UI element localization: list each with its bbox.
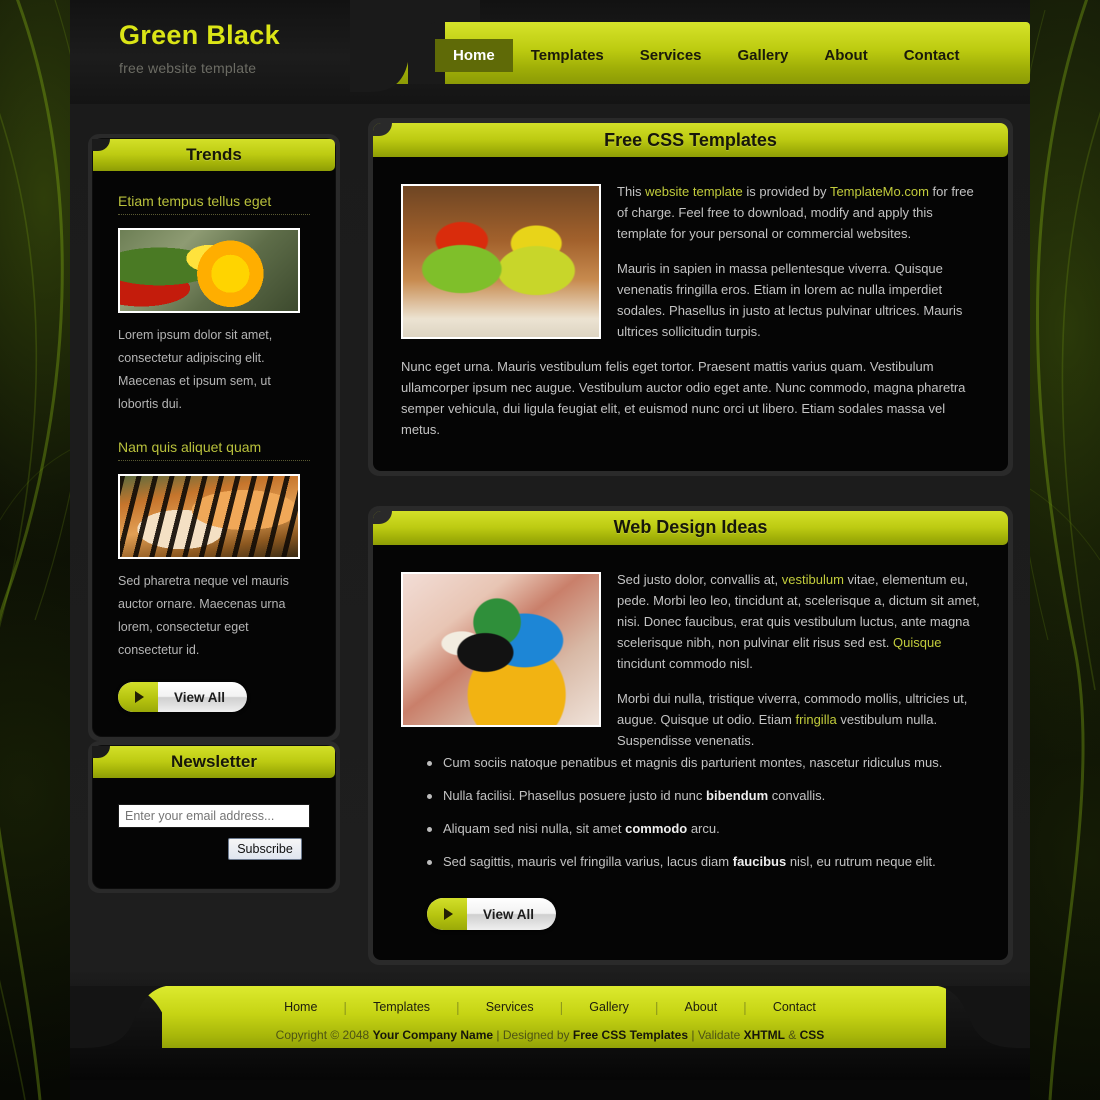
inline-bold: Your Company Name — [372, 1028, 494, 1042]
trend-item: Etiam tempus tellus eget Lorem ipsum dol… — [118, 193, 310, 417]
paragraph: Nunc eget urna. Mauris vestibulum felis … — [401, 359, 966, 438]
ideas-section: Web Design Ideas Sed justo dolor, conval… — [368, 505, 1013, 966]
logo-title: Green Black — [119, 20, 280, 50]
inline-link[interactable]: vestibulum — [782, 572, 844, 587]
ideas-section-header: Web Design Ideas — [373, 510, 1008, 545]
footer-link-contact[interactable]: Contact — [747, 1000, 842, 1014]
newsletter-title: Newsletter — [171, 752, 257, 771]
page-root: Green Black free website template Home T… — [0, 0, 1100, 1100]
ideas-section-body: Sed justo dolor, convallis at, vestibulu… — [373, 545, 1008, 961]
nav-item-contact[interactable]: Contact — [886, 39, 978, 72]
inline-bold: CSS — [799, 1028, 825, 1042]
trends-body: Etiam tempus tellus eget Lorem ipsum dol… — [93, 171, 335, 736]
trend-image-flower — [118, 228, 300, 313]
inline-bold: commodo — [625, 820, 688, 836]
site-logo[interactable]: Green Black free website template — [119, 20, 280, 77]
sidebar-view-all-button[interactable]: View All — [118, 682, 248, 712]
nav-item-about[interactable]: About — [806, 39, 885, 72]
main-navigation[interactable]: Home Templates Services Gallery About Co… — [435, 36, 978, 74]
templates-section-header: Free CSS Templates — [373, 123, 1008, 157]
inline-bold: faucibus — [732, 853, 787, 869]
left-sidebar: Trends Etiam tempus tellus eget Lorem ip… — [88, 134, 340, 893]
nav-item-gallery[interactable]: Gallery — [720, 39, 807, 72]
list-item: Cum sociis natoque penatibus et magnis d… — [401, 755, 980, 788]
trends-title: Trends — [186, 145, 242, 164]
main-content: Free CSS Templates This website template… — [368, 118, 1013, 995]
parrot-image — [401, 571, 601, 727]
newsletter-panel: Newsletter Subscribe — [88, 741, 340, 893]
trend-text: Sed pharetra neque vel mauris auctor orn… — [118, 573, 289, 657]
footer-link-templates[interactable]: Templates — [347, 1000, 456, 1014]
trend-image-tiger — [118, 473, 300, 559]
logo-subtitle: free website template — [119, 60, 257, 76]
site-header: Green Black free website template Home T… — [70, 0, 1030, 104]
inline-link[interactable]: website template — [645, 184, 743, 199]
play-arrow-icon — [118, 682, 158, 712]
trends-panel-header: Trends — [92, 139, 335, 171]
list-item: Nulla facilisi. Phasellus posuere justo … — [401, 788, 980, 821]
view-all-label: View All — [174, 689, 226, 705]
list-item: Sed sagittis, mauris vel fringilla variu… — [401, 854, 980, 887]
bottom-strip — [70, 1080, 1030, 1100]
nav-item-home[interactable]: Home — [435, 38, 513, 72]
ideas-bullet-list: Cum sociis natoque penatibus et magnis d… — [401, 755, 980, 887]
trend-heading[interactable]: Nam quis aliquet quam — [118, 439, 310, 461]
body-container: Trends Etiam tempus tellus eget Lorem ip… — [70, 104, 1030, 972]
play-arrow-icon — [427, 898, 467, 931]
inline-bold: Free CSS Templates — [572, 1028, 689, 1042]
view-all-label: View All — [483, 906, 535, 922]
nav-item-services[interactable]: Services — [622, 39, 720, 72]
ideas-view-all-button[interactable]: View All — [427, 898, 557, 931]
inline-link[interactable]: TemplateMo.com — [830, 184, 929, 199]
inline-bold: bibendum — [706, 787, 769, 803]
footer-link-home[interactable]: Home — [258, 1000, 343, 1014]
inline-link[interactable]: fringilla — [796, 712, 837, 727]
newsletter-email-input[interactable] — [118, 804, 310, 828]
newsletter-panel-header: Newsletter — [92, 746, 335, 778]
templates-section: Free CSS Templates This website template… — [368, 118, 1013, 476]
trend-item: Nam quis aliquet quam Sed pharetra neque… — [118, 439, 310, 663]
footer-navigation[interactable]: Home | Templates | Services | Gallery | … — [70, 999, 1030, 1015]
footer-link-services[interactable]: Services — [460, 1000, 560, 1014]
footer-link-gallery[interactable]: Gallery — [563, 1000, 655, 1014]
templates-section-title: Free CSS Templates — [604, 129, 777, 150]
inline-bold: XHTML — [743, 1028, 785, 1042]
newsletter-body: Subscribe — [93, 778, 335, 888]
footer-copyright: Copyright © 2048 Your Company Name | Des… — [275, 1028, 825, 1042]
trend-heading[interactable]: Etiam tempus tellus eget — [118, 193, 310, 215]
ideas-section-title: Web Design Ideas — [613, 517, 768, 538]
newsletter-subscribe-button[interactable]: Subscribe — [228, 838, 302, 860]
list-item: Aliquam sed nisi nulla, sit amet commodo… — [401, 821, 980, 854]
cactus-image — [401, 184, 601, 339]
trend-text: Lorem ipsum dolor sit amet, consectetur … — [118, 328, 273, 412]
templates-section-body: This website template is provided by Tem… — [373, 157, 1008, 471]
inline-link[interactable]: Quisque — [893, 635, 941, 650]
trends-panel: Trends Etiam tempus tellus eget Lorem ip… — [88, 134, 340, 741]
site-footer: Home | Templates | Services | Gallery | … — [70, 972, 1030, 1080]
nav-item-templates[interactable]: Templates — [513, 39, 622, 72]
footer-link-about[interactable]: About — [659, 1000, 744, 1014]
